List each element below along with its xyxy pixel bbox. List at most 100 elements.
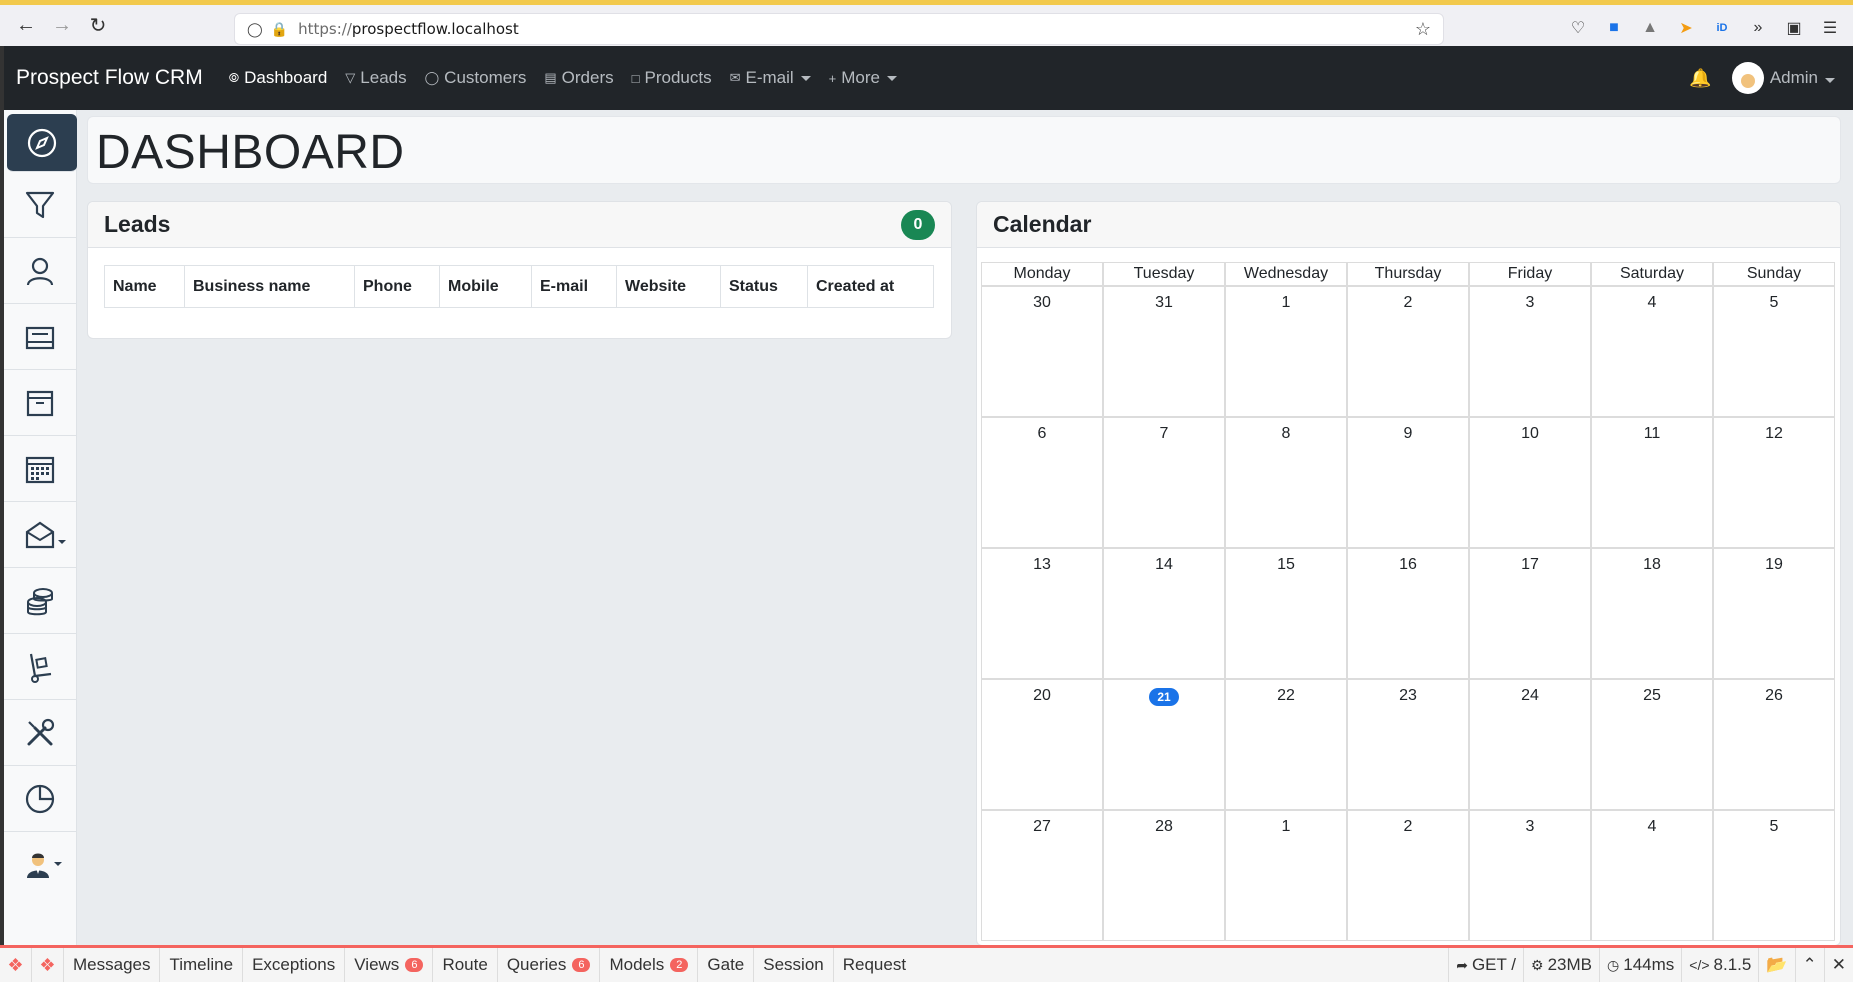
column-header[interactable]: Phone: [354, 265, 440, 308]
debug-tab-exceptions[interactable]: Exceptions: [243, 948, 346, 982]
calendar-day-cell[interactable]: 4: [1591, 286, 1713, 417]
calendar-day-cell[interactable]: 18: [1591, 548, 1713, 679]
menu-hamburger-icon[interactable]: ☰: [1817, 15, 1843, 41]
calendar-day-cell[interactable]: 16: [1347, 548, 1469, 679]
calendar-day-cell[interactable]: 27: [981, 810, 1103, 941]
reload-icon[interactable]: ↻: [80, 8, 116, 44]
calendar-day-cell[interactable]: 24: [1469, 679, 1591, 810]
column-header[interactable]: E-mail: [531, 265, 617, 308]
folder-open-icon[interactable]: 📂: [1758, 948, 1794, 982]
debug-tab-views[interactable]: Views 6: [345, 948, 434, 982]
laravel-logo-icon[interactable]: ❖: [0, 948, 32, 982]
laravel-logo-icon[interactable]: ❖: [32, 948, 64, 982]
column-header[interactable]: Website: [616, 265, 721, 308]
calendar-day-cell[interactable]: 30: [981, 286, 1103, 417]
calendar-day-cell[interactable]: 4: [1591, 810, 1713, 941]
forward-icon[interactable]: →: [44, 8, 80, 44]
debug-tab-session[interactable]: Session: [754, 948, 834, 982]
calendar-day-cell[interactable]: 11: [1591, 417, 1713, 548]
sidebar-item-tools[interactable]: [4, 700, 76, 766]
column-header[interactable]: Name: [104, 265, 185, 308]
calendar-day-cell[interactable]: 15: [1225, 548, 1347, 679]
nav-dashboard[interactable]: ⦾ Dashboard: [229, 68, 328, 88]
chevron-up-icon[interactable]: ⌃: [1794, 948, 1824, 982]
debug-tab-route[interactable]: Route: [433, 948, 498, 982]
sidebar-item-dashboard[interactable]: [7, 114, 77, 172]
calendar-day-cell[interactable]: 5: [1713, 286, 1835, 417]
nav-more-dropdown[interactable]: + More: [829, 68, 897, 88]
sidebar-item-customers[interactable]: [4, 238, 76, 304]
extension-orange-icon[interactable]: ➤: [1673, 15, 1699, 41]
debug-tab-request[interactable]: Request: [834, 948, 915, 982]
column-header[interactable]: Mobile: [439, 265, 532, 308]
sidebar-item-email[interactable]: [4, 502, 76, 568]
nav-leads[interactable]: ▽ Leads: [345, 68, 406, 88]
ublock-icon[interactable]: ▲: [1637, 15, 1663, 41]
overflow-chevron-icon[interactable]: »: [1745, 15, 1771, 41]
extension-id-icon[interactable]: iD: [1709, 15, 1735, 41]
nav-products[interactable]: □ Products: [632, 68, 712, 88]
close-icon[interactable]: ✕: [1823, 948, 1853, 982]
debug-tab-queries[interactable]: Queries 6: [498, 948, 601, 982]
calendar-day-cell[interactable]: 9: [1347, 417, 1469, 548]
debug-version-stat[interactable]: </> 8.1.5: [1681, 948, 1758, 982]
sidebar-item-profile[interactable]: [4, 832, 76, 898]
calendar-day-cell[interactable]: 14: [1103, 548, 1225, 679]
back-icon[interactable]: ←: [8, 8, 44, 44]
avatar[interactable]: [1731, 62, 1764, 94]
bookmark-star-icon[interactable]: ☆: [1415, 19, 1431, 40]
sidebar-item-orders[interactable]: [4, 304, 76, 370]
calendar-day-cell[interactable]: 3: [1469, 286, 1591, 417]
nav-orders[interactable]: ▤ Orders: [544, 68, 613, 88]
calendar-day-cell[interactable]: 17: [1469, 548, 1591, 679]
debug-tab-models[interactable]: Models 2: [600, 948, 699, 982]
debug-tab-messages[interactable]: Messages: [64, 948, 161, 982]
calendar-day-cell[interactable]: 25: [1591, 679, 1713, 810]
column-header[interactable]: Status: [720, 265, 808, 308]
debug-memory-stat[interactable]: ⚙ 23MB: [1523, 948, 1599, 982]
calendar-day-cell[interactable]: 20: [981, 679, 1103, 810]
calendar-day-cell[interactable]: 2: [1347, 286, 1469, 417]
nav-email-dropdown[interactable]: ✉ E-mail: [730, 68, 811, 88]
calendar-day-cell[interactable]: 1: [1225, 286, 1347, 417]
calendar-day-cell[interactable]: 19: [1713, 548, 1835, 679]
bell-icon[interactable]: 🔔: [1689, 68, 1711, 89]
sidebar-item-products[interactable]: [4, 370, 76, 436]
brand-title[interactable]: Prospect Flow CRM: [16, 66, 203, 90]
calendar-day-cell[interactable]: 2: [1347, 810, 1469, 941]
calendar-day-cell[interactable]: 3: [1469, 810, 1591, 941]
nav-email-label: E-mail: [745, 68, 794, 87]
column-header[interactable]: Business name: [184, 265, 355, 308]
calendar-day-cell[interactable]: 8: [1225, 417, 1347, 548]
debug-tab-timeline[interactable]: Timeline: [160, 948, 244, 982]
column-header[interactable]: Created at: [807, 265, 934, 308]
sidebar-item-shipping[interactable]: [4, 634, 76, 700]
sidebar-item-calendar[interactable]: [4, 436, 76, 502]
sidebar-item-finance[interactable]: [4, 568, 76, 634]
calendar-day-cell[interactable]: 10: [1469, 417, 1591, 548]
calendar-day-cell[interactable]: 31: [1103, 286, 1225, 417]
calendar-day-cell[interactable]: 28: [1103, 810, 1225, 941]
calendar-day-cell[interactable]: 5: [1713, 810, 1835, 941]
clock-icon: ◷: [1607, 956, 1620, 973]
debug-tab-gate[interactable]: Gate: [698, 948, 755, 982]
pocket-icon[interactable]: ♡: [1565, 15, 1591, 41]
calendar-day-cell[interactable]: 13: [981, 548, 1103, 679]
calendar-day-cell[interactable]: 12: [1713, 417, 1835, 548]
url-bar[interactable]: ◯ 🔒 https://prospectflow.localhost ☆: [234, 13, 1444, 45]
sidebar-item-leads[interactable]: [4, 172, 76, 238]
extension-blue-icon[interactable]: ■: [1601, 15, 1627, 41]
debug-time-stat[interactable]: ◷ 144ms: [1599, 948, 1681, 982]
calendar-day-cell[interactable]: 26: [1713, 679, 1835, 810]
debug-route-stat[interactable]: ➦ GET /: [1448, 948, 1523, 982]
calendar-day-cell[interactable]: 21: [1103, 679, 1225, 810]
calendar-day-cell[interactable]: 6: [981, 417, 1103, 548]
calendar-day-cell[interactable]: 22: [1225, 679, 1347, 810]
calendar-day-cell[interactable]: 1: [1225, 810, 1347, 941]
user-menu-dropdown[interactable]: Admin: [1770, 68, 1835, 88]
sidebar-item-reports[interactable]: [4, 766, 76, 832]
calendar-day-cell[interactable]: 23: [1347, 679, 1469, 810]
extensions-puzzle-icon[interactable]: ▣: [1781, 15, 1807, 41]
nav-customers[interactable]: ◯ Customers: [425, 68, 527, 88]
calendar-day-cell[interactable]: 7: [1103, 417, 1225, 548]
